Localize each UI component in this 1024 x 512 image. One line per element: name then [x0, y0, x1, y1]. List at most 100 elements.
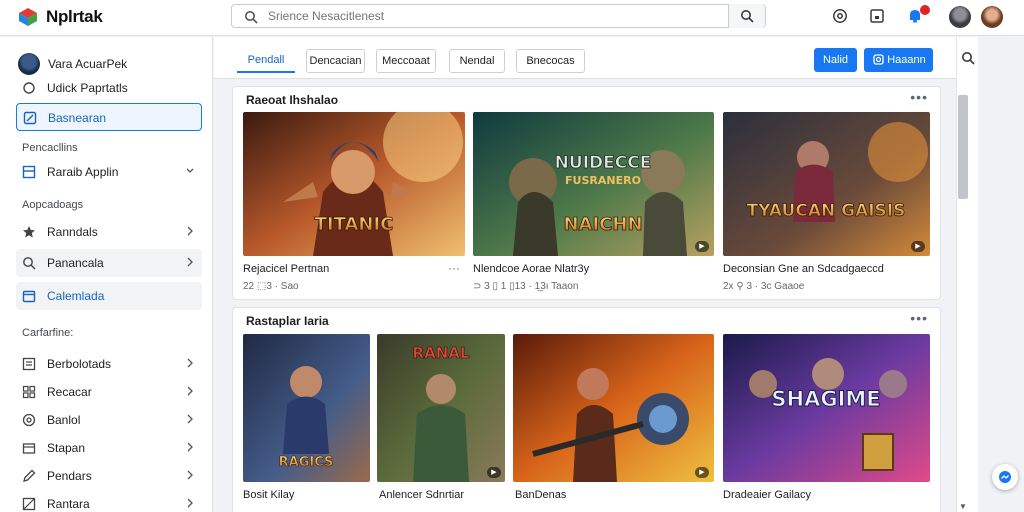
user-name: Vara AcuarPek [48, 57, 128, 71]
edit-icon [23, 111, 37, 125]
sidebar-item-recacar[interactable]: Recacar [16, 378, 202, 406]
avatar [18, 53, 40, 75]
chat-icon [999, 471, 1011, 483]
game-thumbnail[interactable]: RANAL ▶ [377, 334, 505, 482]
game-thumbnail[interactable]: ▶ [513, 334, 714, 482]
sidebar-item-basnearan[interactable]: Basnearan [16, 103, 202, 131]
search-icon [245, 11, 258, 24]
camera-icon [873, 54, 884, 65]
scrollbar[interactable] [958, 95, 968, 500]
game-title[interactable]: Rejacicel Pertnan [243, 263, 329, 275]
chevron-down-icon [186, 168, 194, 173]
logo-icon[interactable] [18, 7, 38, 27]
section-label: Aopcadoags [22, 199, 84, 211]
game-stats: 2x ⚲ 3 · 3c Gaaoe [723, 281, 805, 292]
tab-meccoaat[interactable]: Meccoaat [376, 49, 436, 73]
game-title[interactable]: BanDenas [515, 489, 566, 501]
game-thumbnail[interactable]: NUIDECCE FUSRANERO NAICHN ▶ [473, 112, 714, 256]
game-stats: ⊃ 3 ▯ 1 ▯13 · 1̲3ı Taaon [473, 281, 579, 292]
grid-icon [22, 165, 36, 179]
chevron-right-icon [187, 358, 193, 368]
tab-nendal[interactable]: Nendal [449, 49, 505, 73]
game-title[interactable]: Dradeaier Gailacy [723, 489, 811, 501]
sidebar-item-stapan[interactable]: Stapan [16, 434, 202, 462]
tab-bnecocas[interactable]: Bnecocas [516, 49, 585, 73]
video-badge-icon: ▶ [911, 241, 925, 252]
game-title[interactable]: Bosit Kilay [243, 489, 294, 501]
sidebar-item-udick[interactable]: Udick Paprtatls [16, 74, 202, 102]
tab-pendall[interactable]: Pendall [237, 49, 295, 73]
primary-button[interactable]: Nalid [814, 48, 857, 72]
sidebar-item-calemlada[interactable]: Calemlada [16, 282, 202, 310]
scroll-down-icon[interactable]: ▼ [959, 502, 967, 511]
game-stats: 22 ⬚3 · Sao [243, 281, 299, 292]
sidebar-item-raraib-applin[interactable]: Raraib Applin [16, 158, 202, 186]
sidebar-item-ranndals[interactable]: Ranndals [16, 218, 202, 246]
search-button[interactable] [728, 4, 765, 28]
more-options-icon[interactable]: ··· [448, 261, 460, 275]
game-thumbnail[interactable]: SHAGIME [723, 334, 930, 482]
chevron-right-icon [187, 414, 193, 424]
more-options-icon[interactable]: ••• [910, 310, 928, 326]
profile-avatar[interactable] [981, 6, 1003, 28]
pen-icon [23, 469, 36, 482]
circle-icon [23, 82, 35, 94]
grid-icon [22, 385, 36, 399]
tab-dencacian[interactable]: Dencacian [306, 49, 365, 73]
user-profile[interactable]: Vara AcuarPek [18, 53, 208, 75]
video-badge-icon: ▶ [695, 241, 709, 252]
chevron-right-icon [187, 498, 193, 508]
square-icon[interactable] [869, 8, 885, 24]
sidebar-item-banlol[interactable]: Banlol [16, 406, 202, 434]
game-thumbnail[interactable]: RAGICS [243, 334, 370, 482]
top-bar: Nplrtak [0, 0, 1024, 36]
game-thumbnail[interactable]: TYAUCAN GAISIS ▶ [723, 112, 930, 256]
list-icon [22, 357, 36, 371]
target-icon [22, 413, 36, 427]
chevron-right-icon [187, 226, 193, 236]
section-title: Raeoat Ihshalao [246, 93, 339, 107]
more-options-icon[interactable]: ••• [910, 89, 928, 105]
calendar-icon [22, 290, 36, 303]
video-badge-icon: ▶ [487, 467, 501, 478]
section-title: Rastaplar Iaria [246, 314, 329, 328]
chevron-right-icon [187, 257, 193, 267]
game-art-text: TYAUCAN GAISIS [747, 201, 906, 221]
notification-badge [920, 5, 930, 15]
game-art-text: SHAGIME [771, 387, 880, 411]
search-icon [23, 257, 36, 270]
sidebar: Vara AcuarPek Udick Paprtatls Basnearan … [0, 37, 213, 512]
sidebar-item-pendars[interactable]: Pendars [16, 462, 202, 490]
avatar[interactable] [949, 6, 971, 28]
game-art-text: RAGICS [279, 455, 334, 470]
star-icon [23, 226, 35, 238]
scrollbar-thumb[interactable] [958, 95, 968, 199]
location-icon[interactable] [832, 8, 848, 24]
secondary-button-label: Haaann [887, 54, 926, 66]
chevron-right-icon [187, 386, 193, 396]
secondary-button[interactable]: Haaann [864, 48, 933, 72]
section-label: Carfarfine: [22, 327, 74, 339]
sidebar-item-berbolotads[interactable]: Berbolotads [16, 350, 202, 378]
search-input[interactable] [268, 8, 728, 24]
chat-button[interactable] [992, 464, 1018, 490]
sidebar-item-rantara[interactable]: Rantara [16, 490, 202, 512]
search-icon[interactable] [961, 51, 975, 65]
game-title[interactable]: Anlencer Sdnrtiar [379, 489, 464, 501]
game-art-subtitle: FUSRANERO [565, 174, 641, 187]
video-badge-icon: ▶ [695, 467, 709, 478]
game-art-overlay: NUIDECCE [555, 153, 652, 173]
search-bar [231, 4, 766, 28]
chevron-right-icon [187, 470, 193, 480]
section-card: Rastaplar Iaria ••• RAGICS Bosit Kilay R… [232, 307, 941, 512]
app-name[interactable]: Nplrtak [46, 7, 103, 27]
game-art-text: RANAL [413, 344, 470, 362]
game-title[interactable]: Nlendcoe Aorae Nlatr3y [473, 263, 589, 275]
section-card: Raeoat Ihshalao ••• TITANIC Rejacicel Pe… [232, 86, 941, 300]
search-icon [741, 10, 754, 23]
sidebar-item-panancala[interactable]: Panancala [16, 249, 202, 277]
game-title[interactable]: Deconsian Gne an Sdcadgaeccd [723, 263, 884, 275]
chevron-right-icon [187, 442, 193, 452]
game-thumbnail[interactable]: TITANIC [243, 112, 465, 256]
flag-icon [22, 497, 36, 511]
